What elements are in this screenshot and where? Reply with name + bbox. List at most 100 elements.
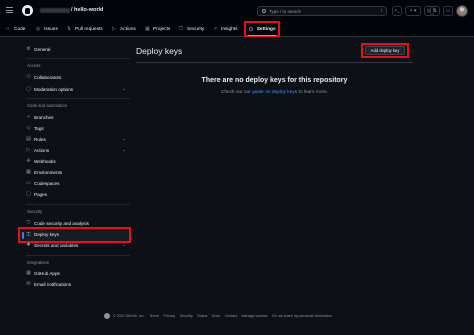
command-palette-button[interactable]: >_ bbox=[392, 6, 402, 16]
sidebar-item-label: Code security and analysis bbox=[34, 220, 89, 226]
sidebar-item-collaborators[interactable]: ⚇ Collaborators bbox=[26, 72, 130, 82]
guide-link[interactable]: guide on deploy keys bbox=[252, 90, 297, 95]
sidebar-item-label: Codespaces bbox=[34, 180, 60, 186]
sidebar-item-label: Branches bbox=[34, 114, 54, 120]
divider bbox=[26, 58, 130, 59]
tab-settings[interactable]: ⚙ Settings bbox=[244, 21, 280, 37]
add-deploy-key-button[interactable]: Add deploy key bbox=[365, 46, 405, 55]
divider bbox=[26, 98, 130, 99]
sidebar-item-label: Collaborators bbox=[34, 74, 62, 80]
menu-icon[interactable] bbox=[6, 7, 13, 13]
github-footer-logo-icon[interactable] bbox=[104, 313, 110, 319]
gear-icon: ⚙ bbox=[248, 26, 254, 33]
sidebar-item-label: General bbox=[34, 46, 51, 52]
webhook-icon: ✣ bbox=[26, 158, 31, 164]
table-icon: ▦ bbox=[145, 25, 150, 32]
comment-icon: ▢ bbox=[26, 86, 31, 92]
sidebar-item-pages[interactable]: ▢ Pages bbox=[26, 189, 130, 199]
search-icon bbox=[262, 9, 266, 13]
section-heading-code: Code and automation bbox=[27, 103, 68, 108]
footer-link-do-not-share[interactable]: Do not share my personal information bbox=[272, 314, 332, 318]
avatar[interactable] bbox=[456, 5, 468, 17]
plus-icon: + ▾ bbox=[409, 8, 417, 14]
sidebar-item-label: GitHub Apps bbox=[34, 270, 60, 276]
footer-link-privacy[interactable]: Privacy bbox=[163, 314, 175, 318]
gear-icon: ⚙ bbox=[26, 46, 31, 52]
pull-request-icon: ⇅ bbox=[67, 25, 72, 32]
sidebar-item-environments[interactable]: ▦ Environments bbox=[26, 167, 130, 177]
footer-link-manage-cookies[interactable]: Manage cookies bbox=[242, 314, 268, 318]
footer-link-terms[interactable]: Terms bbox=[149, 314, 159, 318]
tab-label: Actions bbox=[120, 26, 136, 32]
empty-state-suffix: to learn more. bbox=[297, 90, 329, 95]
sidebar-item-tags[interactable]: ◇ Tags bbox=[26, 123, 130, 133]
sidebar-item-github-apps[interactable]: ▦ GitHub Apps bbox=[26, 268, 130, 278]
play-icon: ▷ bbox=[26, 147, 31, 153]
sidebar-item-branches[interactable]: ⑂ Branches bbox=[26, 112, 130, 122]
section-heading-integrations: Integrations bbox=[27, 260, 49, 265]
apps-icon: ▦ bbox=[26, 270, 31, 276]
chevron-down-icon: ⌄ bbox=[122, 136, 126, 141]
graph-icon: ↗ bbox=[213, 25, 218, 32]
code-icon: ‹› bbox=[6, 25, 10, 32]
tab-pull-requests[interactable]: ⇅ Pull requests bbox=[67, 23, 103, 35]
sidebar-item-label: Tags bbox=[34, 125, 44, 131]
divider bbox=[26, 255, 130, 256]
create-new-button[interactable]: + ▾ bbox=[405, 6, 421, 16]
sidebar-item-label: Webhooks bbox=[34, 158, 56, 164]
section-heading-security: Security bbox=[27, 209, 43, 214]
sidebar-item-actions[interactable]: ▷ Actions ⌄ bbox=[26, 145, 130, 155]
tab-actions[interactable]: ▷ Actions bbox=[112, 23, 136, 35]
play-icon: ▷ bbox=[112, 25, 116, 32]
notifications-button[interactable]: ▭ bbox=[443, 6, 453, 16]
pull-requests-button[interactable]: ⇅ bbox=[430, 6, 440, 16]
section-heading-access: Access bbox=[27, 63, 41, 68]
footer-link-contact[interactable]: Contact bbox=[225, 314, 237, 318]
codespaces-icon: ▭ bbox=[26, 180, 31, 186]
pull-request-icon: ⇅ bbox=[432, 8, 438, 14]
sidebar-item-label: Rules bbox=[34, 136, 46, 142]
github-logo-icon[interactable] bbox=[22, 5, 33, 16]
key-icon: ⚿ bbox=[26, 231, 31, 238]
tab-label: Code bbox=[14, 26, 26, 32]
search-input[interactable]: Type / to search / bbox=[257, 6, 387, 16]
empty-state-text: Check out our guide on deploy keys to le… bbox=[136, 90, 413, 95]
sidebar-item-rules[interactable]: ▤ Rules ⌄ bbox=[26, 134, 130, 144]
tab-code[interactable]: ‹› Code bbox=[6, 23, 25, 35]
sidebar-item-moderation[interactable]: ▢ Moderation options ⌄ bbox=[26, 84, 130, 94]
tab-projects[interactable]: ▦ Projects bbox=[145, 23, 170, 35]
repo-owner-redacted[interactable] bbox=[40, 8, 70, 13]
terminal-icon: >_ bbox=[394, 8, 400, 14]
chevron-down-icon: ⌄ bbox=[122, 147, 126, 152]
branch-icon: ⑂ bbox=[26, 114, 30, 120]
sidebar-item-deploy-keys[interactable]: ⚿ Deploy keys bbox=[26, 230, 130, 240]
sidebar-item-codespaces[interactable]: ▭ Codespaces bbox=[26, 178, 130, 188]
sidebar-item-label: Secrets and variables bbox=[34, 242, 79, 248]
sidebar-item-secrets[interactable]: ✱ Secrets and variables ⌄ bbox=[26, 240, 130, 250]
tab-issues[interactable]: ◎ Issues bbox=[36, 23, 58, 35]
active-indicator bbox=[22, 232, 24, 239]
empty-state-title: There are no deploy keys for this reposi… bbox=[201, 77, 348, 84]
footer-link-docs[interactable]: Docs bbox=[212, 314, 220, 318]
sidebar-item-label: Environments bbox=[34, 169, 63, 175]
sidebar-item-webhooks[interactable]: ✣ Webhooks bbox=[26, 156, 130, 166]
repo-name[interactable]: / hello-world bbox=[71, 7, 103, 13]
copyright: © 2024 GitHub, Inc. bbox=[113, 314, 145, 318]
sidebar-item-general[interactable]: ⚙ General bbox=[26, 44, 130, 54]
tab-security[interactable]: ⛉ Security bbox=[179, 23, 204, 35]
add-deploy-key-button-highlight: Add deploy key bbox=[361, 43, 409, 58]
tab-label: Settings bbox=[256, 26, 276, 32]
slash-key-icon: / bbox=[380, 8, 382, 13]
sidebar-item-label: Moderation options bbox=[34, 86, 74, 92]
divider bbox=[26, 204, 130, 205]
tab-insights[interactable]: ↗ Insights bbox=[213, 23, 238, 35]
sidebar-item-label: Deploy keys bbox=[34, 232, 60, 237]
sidebar-item-email-notifications[interactable]: ✉ Email notifications bbox=[26, 279, 130, 289]
footer-link-security[interactable]: Security bbox=[180, 314, 193, 318]
server-icon: ▦ bbox=[26, 169, 31, 175]
footer-link-status[interactable]: Status bbox=[197, 314, 207, 318]
tab-label: Pull requests bbox=[75, 26, 103, 32]
shield-lock-icon: ⛉ bbox=[26, 220, 31, 226]
search-placeholder: Type / to search bbox=[269, 8, 302, 14]
shield-icon: ⛉ bbox=[179, 25, 183, 32]
